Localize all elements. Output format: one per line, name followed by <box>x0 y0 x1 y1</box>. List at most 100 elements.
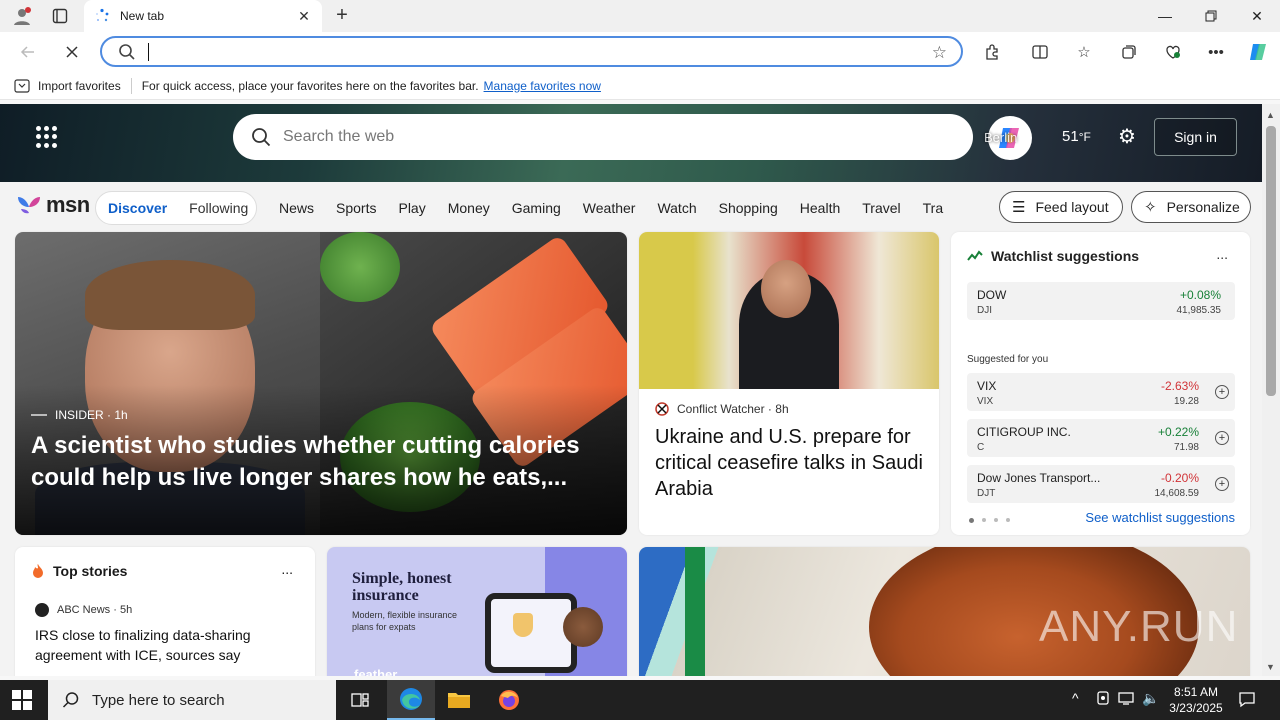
device-icon[interactable] <box>1096 690 1110 709</box>
page-scrollbar[interactable]: ▲ ▼ <box>1262 104 1280 676</box>
text-caret <box>148 42 149 61</box>
nav-link-traffic[interactable]: Tra <box>923 200 943 216</box>
search-icon <box>62 692 79 708</box>
carousel-dots[interactable] <box>969 518 1018 523</box>
favorite-star-icon[interactable]: ☆ <box>932 43 947 63</box>
address-bar[interactable]: ☆ <box>100 36 963 67</box>
top-stories-more-icon[interactable]: ... <box>281 561 293 577</box>
nav-link-travel[interactable]: Travel <box>862 200 900 216</box>
news-story-card[interactable]: Conflict Watcher · 8h Ukraine and U.S. p… <box>639 232 939 535</box>
add-to-watchlist-icon[interactable]: + <box>1215 385 1229 399</box>
favorites-icon[interactable]: ☆ <box>1072 40 1096 64</box>
manage-favorites-link[interactable]: Manage favorites now <box>484 79 601 93</box>
nav-link-watch[interactable]: Watch <box>657 200 696 216</box>
windows-taskbar: Type here to search ^ 🔈 8:51 AM 3/23/202… <box>0 680 1280 720</box>
insider-logo-icon <box>31 414 47 416</box>
settings-more-icon[interactable]: ••• <box>1204 40 1228 64</box>
profile-button[interactable] <box>8 4 36 28</box>
story-headline[interactable]: A scientist who studies whether cutting … <box>31 430 591 494</box>
show-hidden-icons[interactable]: ^ <box>1072 690 1079 706</box>
ad-headline: Simple, honest insurance <box>352 570 452 604</box>
collections-icon[interactable] <box>1117 40 1141 64</box>
weather-temperature[interactable]: 51°F <box>1062 128 1091 145</box>
volume-icon[interactable]: 🔈 <box>1142 690 1159 707</box>
add-to-watchlist-icon[interactable]: + <box>1215 431 1229 445</box>
story-headline[interactable]: IRS close to finalizing data-sharing agr… <box>35 625 295 665</box>
scroll-down-arrow-icon[interactable]: ▼ <box>1266 662 1275 672</box>
copilot-button[interactable]: Berlin <box>984 116 1032 160</box>
taskbar-clock[interactable]: 8:51 AM 3/23/2025 <box>1168 684 1224 716</box>
quote-row[interactable]: DOW DJI +0.08% 41,985.35 <box>967 282 1235 320</box>
restore-button[interactable] <box>1188 0 1234 32</box>
minimize-button[interactable]: — <box>1142 0 1188 32</box>
back-button[interactable] <box>14 38 42 66</box>
tab-new-tab[interactable]: New tab ✕ <box>84 0 322 32</box>
close-window-button[interactable]: ✕ <box>1234 0 1280 32</box>
nav-link-news[interactable]: News <box>279 200 314 216</box>
firefox-icon[interactable] <box>485 680 533 720</box>
nav-link-money[interactable]: Money <box>448 200 490 216</box>
quote-name: DOW <box>977 288 1007 302</box>
hero-story-card[interactable]: INSIDER · 1h A scientist who studies whe… <box>15 232 627 535</box>
taskbar-search-box[interactable]: Type here to search <box>48 680 336 720</box>
navigation-bar: ☆ ☆ ••• <box>0 32 1280 72</box>
app-launcher-icon[interactable] <box>36 126 58 148</box>
file-explorer-icon[interactable] <box>435 680 483 720</box>
split-screen-icon[interactable] <box>1028 40 1052 64</box>
network-icon[interactable] <box>1118 690 1136 709</box>
add-to-watchlist-icon[interactable]: + <box>1215 477 1229 491</box>
quote-row[interactable]: Dow Jones Transport... DJT -0.20% 14,608… <box>967 465 1235 503</box>
tab-actions-button[interactable] <box>46 4 74 28</box>
source-name: Conflict Watcher <box>677 402 765 416</box>
new-tab-button[interactable]: + <box>330 4 354 28</box>
watermark: ANY.RUN <box>1039 602 1239 651</box>
copilot-icon[interactable] <box>1246 40 1270 64</box>
shield-icon <box>513 613 533 637</box>
sign-in-button[interactable]: Sign in <box>1154 118 1237 156</box>
nav-link-sports[interactable]: Sports <box>336 200 376 216</box>
notification-icon[interactable] <box>1238 690 1258 708</box>
ad-card[interactable]: Simple, honest insurance Modern, flexibl… <box>327 547 627 676</box>
suggested-label: Suggested for you <box>967 354 1049 365</box>
personalize-button[interactable]: ✧ Personalize <box>1131 191 1251 223</box>
tab-following[interactable]: Following <box>189 200 248 216</box>
nav-link-weather[interactable]: Weather <box>583 200 636 216</box>
quote-row[interactable]: VIX VIX -2.63% 19.28 + <box>967 373 1235 411</box>
quote-row[interactable]: CITIGROUP INC. C +0.22% 71.98 + <box>967 419 1235 457</box>
scroll-up-arrow-icon[interactable]: ▲ <box>1266 110 1275 120</box>
extensions-icon[interactable] <box>980 40 1004 64</box>
sliders-icon: ☰ <box>1012 199 1026 216</box>
nav-link-gaming[interactable]: Gaming <box>512 200 561 216</box>
windows-start-icon[interactable] <box>12 690 32 710</box>
tab-discover[interactable]: Discover <box>108 200 167 216</box>
web-search-box[interactable]: Search the web <box>233 114 973 160</box>
msn-logo[interactable]: msn <box>16 192 90 218</box>
nav-link-shopping[interactable]: Shopping <box>719 200 778 216</box>
green-stripe <box>685 547 705 676</box>
quote-name: Dow Jones Transport... <box>977 471 1101 485</box>
browser-essentials-icon[interactable] <box>1161 40 1185 64</box>
source-separator: · <box>764 402 776 416</box>
nav-link-health[interactable]: Health <box>800 200 840 216</box>
page-settings-icon[interactable]: ⚙ <box>1116 126 1138 148</box>
top-stories-title: Top stories <box>53 563 128 579</box>
task-view-icon[interactable] <box>336 680 384 720</box>
nav-link-play[interactable]: Play <box>398 200 425 216</box>
watchlist-more-icon[interactable]: ... <box>1216 246 1228 262</box>
top-stories-card: Top stories ... ABC News · 5h IRS close … <box>15 547 315 676</box>
feed-layout-button[interactable]: ☰ Feed layout <box>999 191 1123 223</box>
edge-taskbar-icon[interactable] <box>387 680 435 720</box>
see-watchlist-link[interactable]: See watchlist suggestions <box>1085 510 1235 525</box>
feed-layout-label: Feed layout <box>1035 199 1109 215</box>
story-headline[interactable]: Ukraine and U.S. prepare for critical ce… <box>655 424 925 502</box>
category-links: News Sports Play Money Gaming Weather Wa… <box>279 200 949 216</box>
personalize-label: Personalize <box>1166 199 1240 215</box>
import-favorites-label: Import favorites <box>38 78 121 93</box>
stop-loading-button[interactable] <box>58 38 86 66</box>
import-favorites-button[interactable]: Import favorites <box>14 79 121 93</box>
scrollbar-thumb[interactable] <box>1266 126 1276 396</box>
food-story-card[interactable]: ANY.RUN <box>639 547 1250 676</box>
temperature-unit: °F <box>1078 130 1091 144</box>
close-tab-icon[interactable]: ✕ <box>296 8 312 25</box>
quote-change: -0.20% <box>1160 471 1199 485</box>
